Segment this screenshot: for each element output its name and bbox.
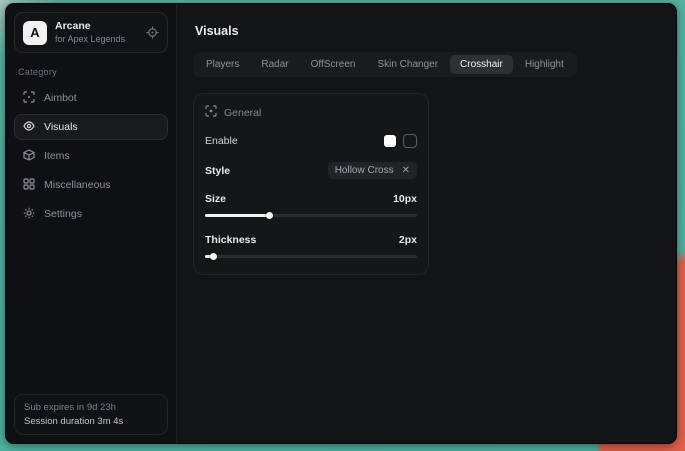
enable-row: Enable [205,134,417,148]
crosshair-focus-icon [23,91,35,106]
gear-icon [23,207,35,222]
sidebar-item-settings[interactable]: Settings [14,201,168,227]
panel-header: General [205,105,417,120]
slider-fill [205,214,269,217]
tab-crosshair[interactable]: Crosshair [450,55,513,74]
sidebar-nav: Aimbot Visuals Items [14,85,168,227]
category-label: Category [18,67,164,77]
size-label: Size [205,193,226,205]
visuals-tabbar: Players Radar OffScreen Skin Changer Cro… [193,52,577,77]
thickness-slider[interactable] [205,251,417,261]
sidebar: A Arcane for Apex Legends Category [6,4,177,443]
tab-offscreen[interactable]: OffScreen [301,55,366,74]
box-icon [23,149,35,164]
thickness-label: Thickness [205,234,256,246]
sidebar-item-items[interactable]: Items [14,143,168,169]
style-row: Style Hollow Cross ✕ [205,162,417,179]
session-duration-text: Session duration 3m 4s [24,416,158,427]
size-slider[interactable] [205,210,417,220]
size-row: Size 10px [205,193,417,205]
thickness-value: 2px [399,234,417,246]
sidebar-item-label: Items [44,150,70,162]
eye-icon [23,120,35,135]
tab-highlight[interactable]: Highlight [515,55,574,74]
sub-expires-text: Sub expires in 9d 23h [24,402,158,413]
style-label: Style [205,165,230,177]
sidebar-item-label: Visuals [44,121,78,133]
main-content: Visuals Players Radar OffScreen Skin Cha… [177,4,676,443]
grid-icon [23,178,35,193]
subscription-info-box: Sub expires in 9d 23h Session duration 3… [14,394,168,435]
slider-thumb[interactable] [266,212,273,219]
app-window: A Arcane for Apex Legends Category [5,3,677,444]
panel-title: General [224,107,261,119]
tab-radar[interactable]: Radar [251,55,298,74]
sidebar-item-aimbot[interactable]: Aimbot [14,85,168,111]
slider-track [205,255,417,258]
scan-focus-icon [205,105,217,120]
sidebar-item-label: Miscellaneous [44,179,111,191]
sidebar-item-visuals[interactable]: Visuals [14,114,168,140]
app-subtitle: for Apex Legends [55,34,138,45]
brand-card: A Arcane for Apex Legends [14,12,168,53]
sidebar-item-miscellaneous[interactable]: Miscellaneous [14,172,168,198]
page-title: Visuals [195,24,660,38]
clear-style-icon[interactable]: ✕ [402,165,410,176]
enable-controls [384,134,417,148]
style-value: Hollow Cross [335,165,394,176]
style-select-tag[interactable]: Hollow Cross ✕ [328,162,417,179]
thickness-row: Thickness 2px [205,234,417,246]
sidebar-item-label: Settings [44,208,82,220]
color-swatch[interactable] [384,135,396,147]
enable-label: Enable [205,135,238,147]
general-panel: General Enable Style Hollow Cross ✕ Size… [193,93,429,275]
tab-skin-changer[interactable]: Skin Changer [367,55,448,74]
sidebar-spacer [14,227,168,394]
app-name: Arcane [55,20,138,33]
app-logo: A [23,21,47,45]
brand-text: Arcane for Apex Legends [55,20,138,45]
slider-thumb[interactable] [210,253,217,260]
size-value: 10px [393,193,417,205]
tab-players[interactable]: Players [196,55,249,74]
sidebar-item-label: Aimbot [44,92,77,104]
crosshair-target-icon[interactable] [146,26,159,39]
enable-checkbox[interactable] [403,134,417,148]
